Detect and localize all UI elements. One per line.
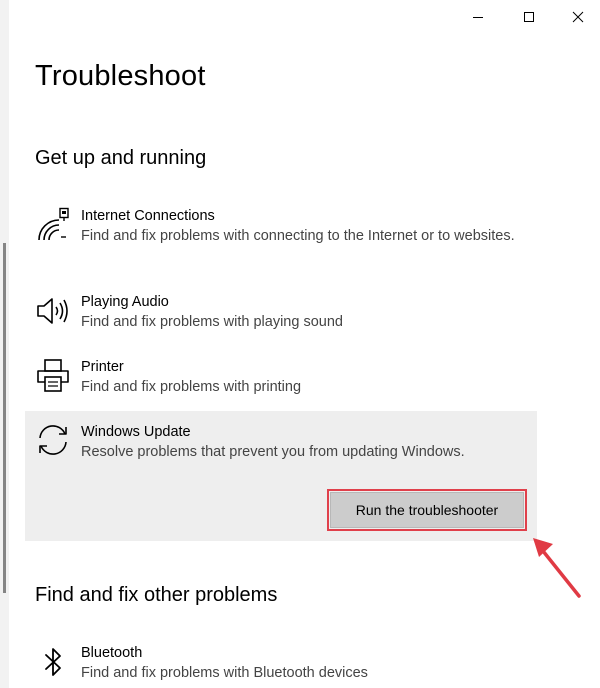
wifi-ethernet-icon <box>38 207 69 241</box>
printer-icon <box>37 359 69 392</box>
page-title: Troubleshoot <box>35 60 206 92</box>
item-title: Internet Connections <box>81 208 215 224</box>
bluetooth-icon <box>45 648 61 676</box>
speaker-icon <box>37 298 68 324</box>
item-description: Find and fix problems with playing sound <box>81 314 343 330</box>
run-troubleshooter-button[interactable]: Run the troubleshooter <box>330 492 524 528</box>
troubleshooter-item-playing-audio[interactable]: Playing Audio Find and fix problems with… <box>25 293 537 337</box>
minimize-button[interactable] <box>455 0 501 34</box>
red-arrow-icon <box>533 538 581 598</box>
item-title: Windows Update <box>81 424 191 440</box>
item-description: Find and fix problems with printing <box>81 379 302 395</box>
minimize-icon <box>473 17 483 18</box>
troubleshooter-item-windows-update[interactable]: Windows Update Resolve problems that pre… <box>25 411 537 541</box>
item-title: Bluetooth <box>81 645 143 661</box>
maximize-button[interactable] <box>506 0 552 34</box>
close-icon <box>572 11 584 23</box>
troubleshooter-item-bluetooth[interactable]: Bluetooth Find and fix problems with Blu… <box>25 644 537 688</box>
item-description: Find and fix problems with Bluetooth dev… <box>81 665 368 681</box>
section-heading-get-up-and-running: Get up and running <box>35 147 207 169</box>
close-button[interactable] <box>555 0 600 34</box>
scrollbar-thumb[interactable] <box>3 243 6 593</box>
item-description: Find and fix problems with connecting to… <box>81 228 515 244</box>
troubleshooter-item-printer[interactable]: Printer Find and fix problems with print… <box>25 358 537 402</box>
item-title: Printer <box>81 359 124 375</box>
section-heading-find-and-fix-other-problems: Find and fix other problems <box>35 584 278 606</box>
sync-icon <box>39 425 67 455</box>
item-title: Playing Audio <box>81 294 169 310</box>
scrollbar-track[interactable] <box>0 0 9 688</box>
maximize-icon <box>524 12 534 22</box>
item-description: Resolve problems that prevent you from u… <box>81 444 465 460</box>
troubleshooter-item-internet-connections[interactable]: Internet Connections Find and fix proble… <box>25 207 537 272</box>
